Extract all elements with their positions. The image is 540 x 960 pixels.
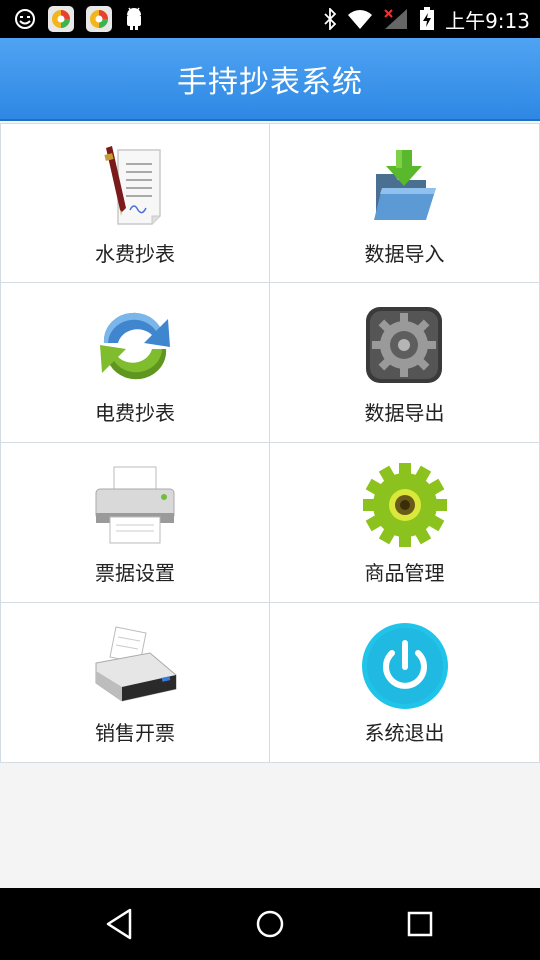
menu-item-label: 水费抄表: [95, 242, 175, 266]
menu-row: 电费抄表 数据导出: [0, 283, 540, 443]
system-icons: 上午9:13: [323, 5, 530, 33]
emoji-icon: [15, 9, 35, 29]
menu-row: 水费抄表 数据导入: [0, 123, 540, 283]
menu-item-label: 数据导入: [364, 242, 445, 266]
android-icon: [127, 7, 141, 30]
notification-icons: [14, 5, 144, 33]
app-360-icon: [86, 6, 112, 32]
menu-item-label: 系统退出: [364, 721, 445, 745]
notepad-pen-icon: [104, 146, 161, 225]
menu-grid: 水费抄表 数据导入 电费抄表 数据导出 票据设置 商品管理 销售开票 系统退出: [0, 123, 540, 763]
navigation-bar: [0, 888, 540, 960]
menu-item-label: 票据设置: [95, 561, 175, 585]
signal-icon: [384, 9, 408, 29]
bluetooth-icon: [324, 8, 337, 30]
power-icon: [361, 623, 448, 709]
menu-item-data-import[interactable]: 数据导入: [270, 123, 540, 283]
menu-item-label: 电费抄表: [95, 401, 175, 425]
menu-item-sales-invoice[interactable]: 销售开票: [0, 603, 270, 763]
refresh-icon: [100, 312, 170, 380]
menu-item-electric-reading[interactable]: 电费抄表: [0, 283, 270, 443]
menu-item-label: 商品管理: [364, 561, 445, 585]
menu-row: 销售开票 系统退出: [0, 603, 540, 763]
folder-import-icon: [373, 150, 436, 220]
clock: 上午9:13: [445, 8, 530, 33]
recents-icon[interactable]: [402, 906, 438, 942]
app-header: 手持抄表系统: [0, 38, 540, 121]
gear-box-icon: [365, 307, 442, 383]
gear-icon: [362, 463, 447, 547]
app-360-icon: [48, 6, 74, 32]
home-icon[interactable]: [252, 906, 288, 942]
battery-charging-icon: [420, 7, 435, 30]
menu-item-label: 销售开票: [95, 721, 175, 745]
page-title: 手持抄表系统: [177, 64, 363, 100]
menu-item-receipt-settings[interactable]: 票据设置: [0, 443, 270, 603]
back-icon[interactable]: [102, 906, 138, 942]
status-bar: 上午9:13: [0, 0, 540, 38]
wifi-icon: [348, 10, 373, 29]
menu-row: 票据设置 商品管理: [0, 443, 540, 603]
menu-item-water-reading[interactable]: 水费抄表: [0, 123, 270, 283]
printer-icon: [95, 466, 175, 544]
menu-item-data-export[interactable]: 数据导出: [270, 283, 540, 443]
menu-item-product-management[interactable]: 商品管理: [270, 443, 540, 603]
printer-paper-icon: [95, 626, 177, 702]
menu-item-exit-system[interactable]: 系统退出: [270, 603, 540, 763]
menu-item-label: 数据导出: [364, 401, 445, 425]
